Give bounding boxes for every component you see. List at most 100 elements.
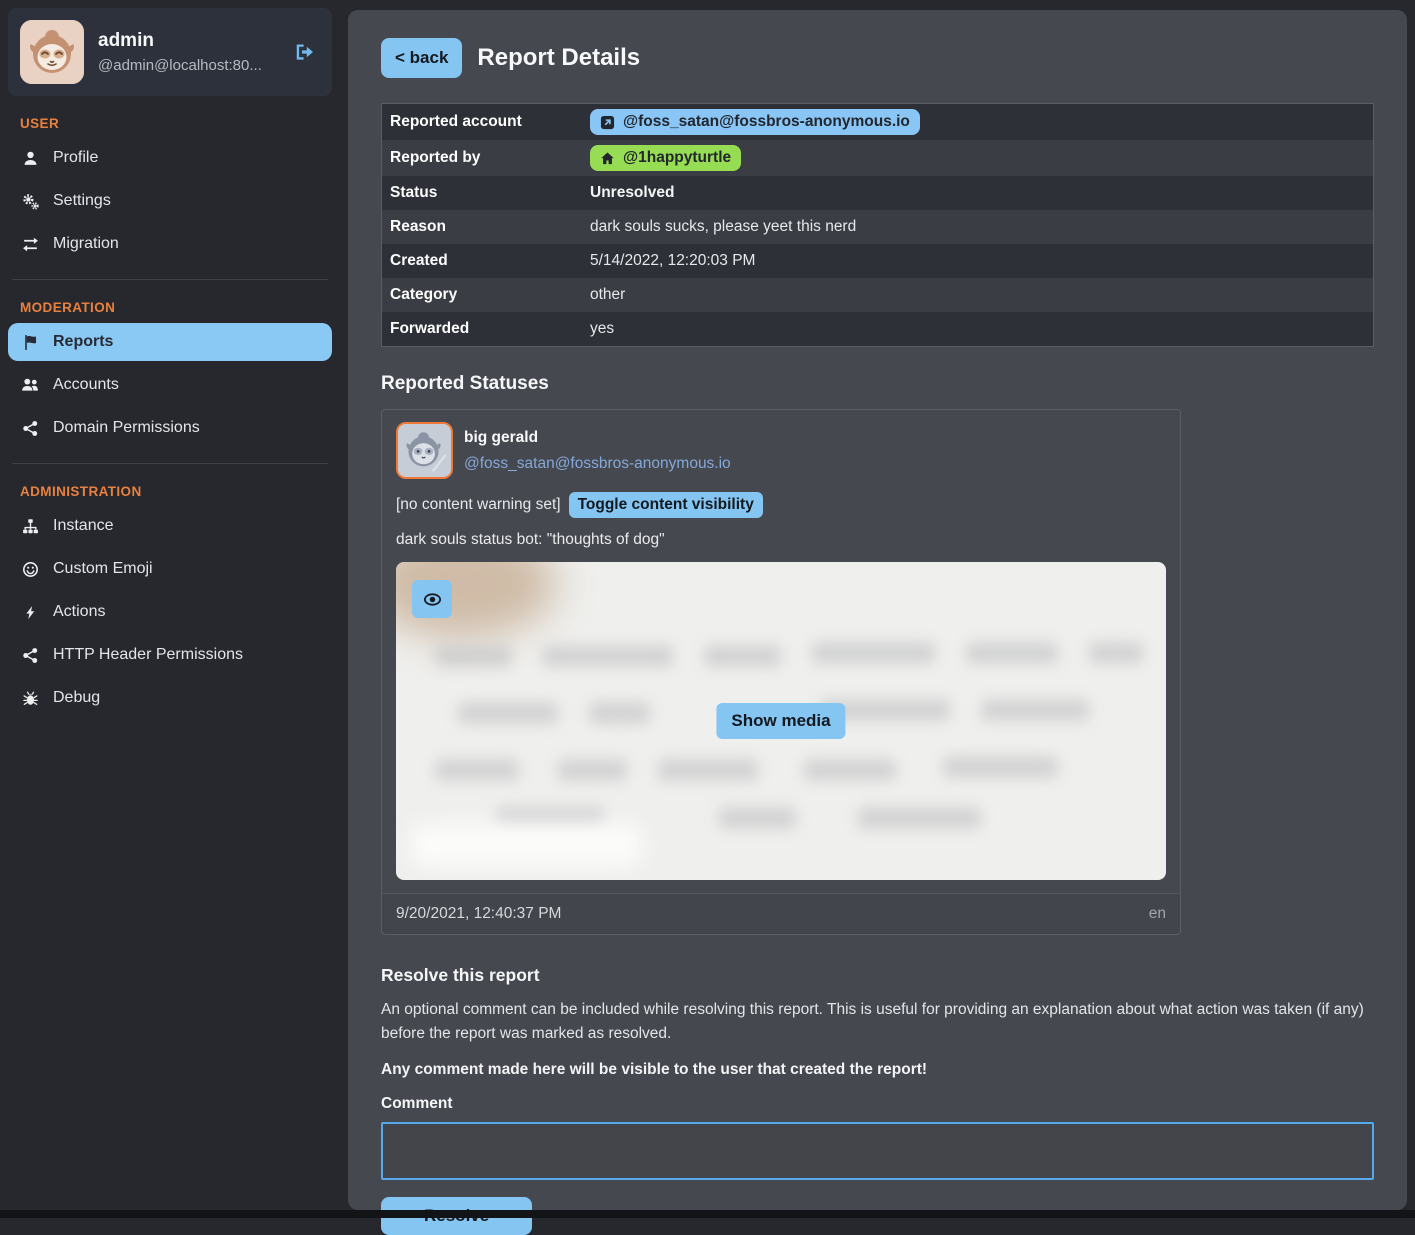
user-handle: @admin@localhost:80... [98,57,262,74]
back-button[interactable]: < back [381,38,462,78]
status-media-blurred: Show media [396,562,1166,880]
sidebar-divider [12,463,328,464]
row-value: other [582,281,1373,309]
row-label: Reason [382,213,582,241]
status-avatar [396,422,453,479]
row-value: dark souls sucks, please yeet this nerd [582,213,1373,241]
toggle-content-visibility-button[interactable]: Toggle content visibility [569,492,763,518]
blurred-text-bar [542,645,673,667]
transfer-arrows-icon [20,236,40,253]
row-label: Reported account [382,108,582,136]
table-row: Reported by @1happyturtle [382,140,1373,176]
content-warning-row: [no content warning set] Toggle content … [382,492,1180,518]
sidebar-item-label: Domain Permissions [53,419,200,437]
sitemap-icon [20,518,40,535]
sidebar-item-profile[interactable]: Profile [8,139,332,177]
eye-icon [423,590,442,609]
sidebar-item-http-header-permissions[interactable]: HTTP Header Permissions [8,636,332,674]
reported-statuses-heading: Reported Statuses [381,373,1374,395]
blurred-text-bar [966,642,1058,664]
sidebar-nav: USER Profile Settings [8,116,332,717]
blurred-text-bar [719,807,796,829]
table-row: Created 5/14/2022, 12:20:03 PM [382,244,1373,278]
sidebar-item-label: Accounts [53,376,119,394]
nav-section-header-moderation: MODERATION [20,300,320,315]
blurred-patch [411,823,642,868]
sidebar-item-settings[interactable]: Settings [8,182,332,220]
blurred-text-bar [458,702,558,724]
share-nodes-icon [20,647,40,664]
smiley-icon [20,561,40,578]
sidebar-item-instance[interactable]: Instance [8,507,332,545]
blurred-text-bar [1089,642,1143,664]
status-display-name: big gerald [464,429,731,447]
reported-by-badge[interactable]: @1happyturtle [590,145,741,171]
sidebar-item-domain-permissions[interactable]: Domain Permissions [8,409,332,447]
blurred-text-bar [658,759,758,781]
blurred-text-bar [812,642,935,664]
blurred-text-bar [435,645,512,667]
status-handle-link[interactable]: @foss_satan@fossbros-anonymous.io [464,455,731,473]
report-details-panel: < back Report Details Reported account @… [348,10,1407,1210]
flag-icon [20,334,40,351]
sidebar: admin @admin@localhost:80... USER Profil… [8,8,332,722]
sidebar-divider [12,279,328,280]
sidebar-item-label: Actions [53,603,105,621]
reported-account-badge[interactable]: @foss_satan@fossbros-anonymous.io [590,109,920,135]
logout-icon[interactable] [290,37,320,67]
sidebar-item-custom-emoji[interactable]: Custom Emoji [8,550,332,588]
panel-header: < back Report Details [381,38,1374,78]
row-label: Status [382,179,582,207]
bolt-icon [20,605,40,620]
blurred-text-bar [704,645,781,667]
gears-icon [20,193,40,210]
home-icon [600,151,615,166]
row-value: yes [582,315,1373,343]
sidebar-item-actions[interactable]: Actions [8,593,332,631]
user-card[interactable]: admin @admin@localhost:80... [8,8,332,96]
sidebar-item-label: Reports [53,333,113,351]
sidebar-item-label: Profile [53,149,98,167]
blurred-text-bar [943,756,1059,778]
status-identity: big gerald @foss_satan@fossbros-anonymou… [464,422,731,479]
user-info: admin @admin@localhost:80... [98,30,262,74]
badge-label: @1happyturtle [623,149,731,167]
status-content: dark souls status bot: "thoughts of dog" [382,531,1180,549]
bottom-strip [0,1210,1415,1218]
row-value: Unresolved [582,179,1373,207]
admin-avatar [20,20,84,84]
blurred-text-bar [804,759,896,781]
table-row: Forwarded yes [382,312,1373,346]
reported-status-card: big gerald @foss_satan@fossbros-anonymou… [381,409,1181,935]
external-link-icon [600,115,615,130]
sidebar-item-label: Migration [53,235,119,253]
sidebar-item-label: Instance [53,517,113,535]
user-icon [20,150,40,167]
table-row: Reason dark souls sucks, please yeet thi… [382,210,1373,244]
table-row: Status Unresolved [382,176,1373,210]
sidebar-item-label: Settings [53,192,111,210]
sidebar-item-accounts[interactable]: Accounts [8,366,332,404]
eye-toggle-button[interactable] [412,580,452,618]
resolve-heading: Resolve this report [381,965,1374,986]
sidebar-item-debug[interactable]: Debug [8,679,332,717]
bug-icon [20,690,40,707]
page-title: Report Details [477,44,640,72]
report-details-table: Reported account @foss_satan@fossbros-an… [381,103,1374,347]
sidebar-item-reports[interactable]: Reports [8,323,332,361]
sidebar-item-label: Custom Emoji [53,560,153,578]
table-row: Category other [382,278,1373,312]
show-media-button[interactable]: Show media [716,703,845,739]
row-label: Created [382,247,582,275]
sidebar-item-migration[interactable]: Migration [8,225,332,263]
table-row: Reported account @foss_satan@fossbros-an… [382,104,1373,140]
comment-label: Comment [381,1095,1374,1113]
comment-input[interactable] [381,1122,1374,1180]
content-warning-text: [no content warning set] [396,496,561,514]
sidebar-item-label: HTTP Header Permissions [53,646,243,664]
row-label: Forwarded [382,315,582,343]
user-display-name: admin [98,30,262,52]
share-nodes-icon [20,420,40,437]
blurred-text-bar [981,699,1089,721]
resolve-warning: Any comment made here will be visible to… [381,1061,1374,1079]
